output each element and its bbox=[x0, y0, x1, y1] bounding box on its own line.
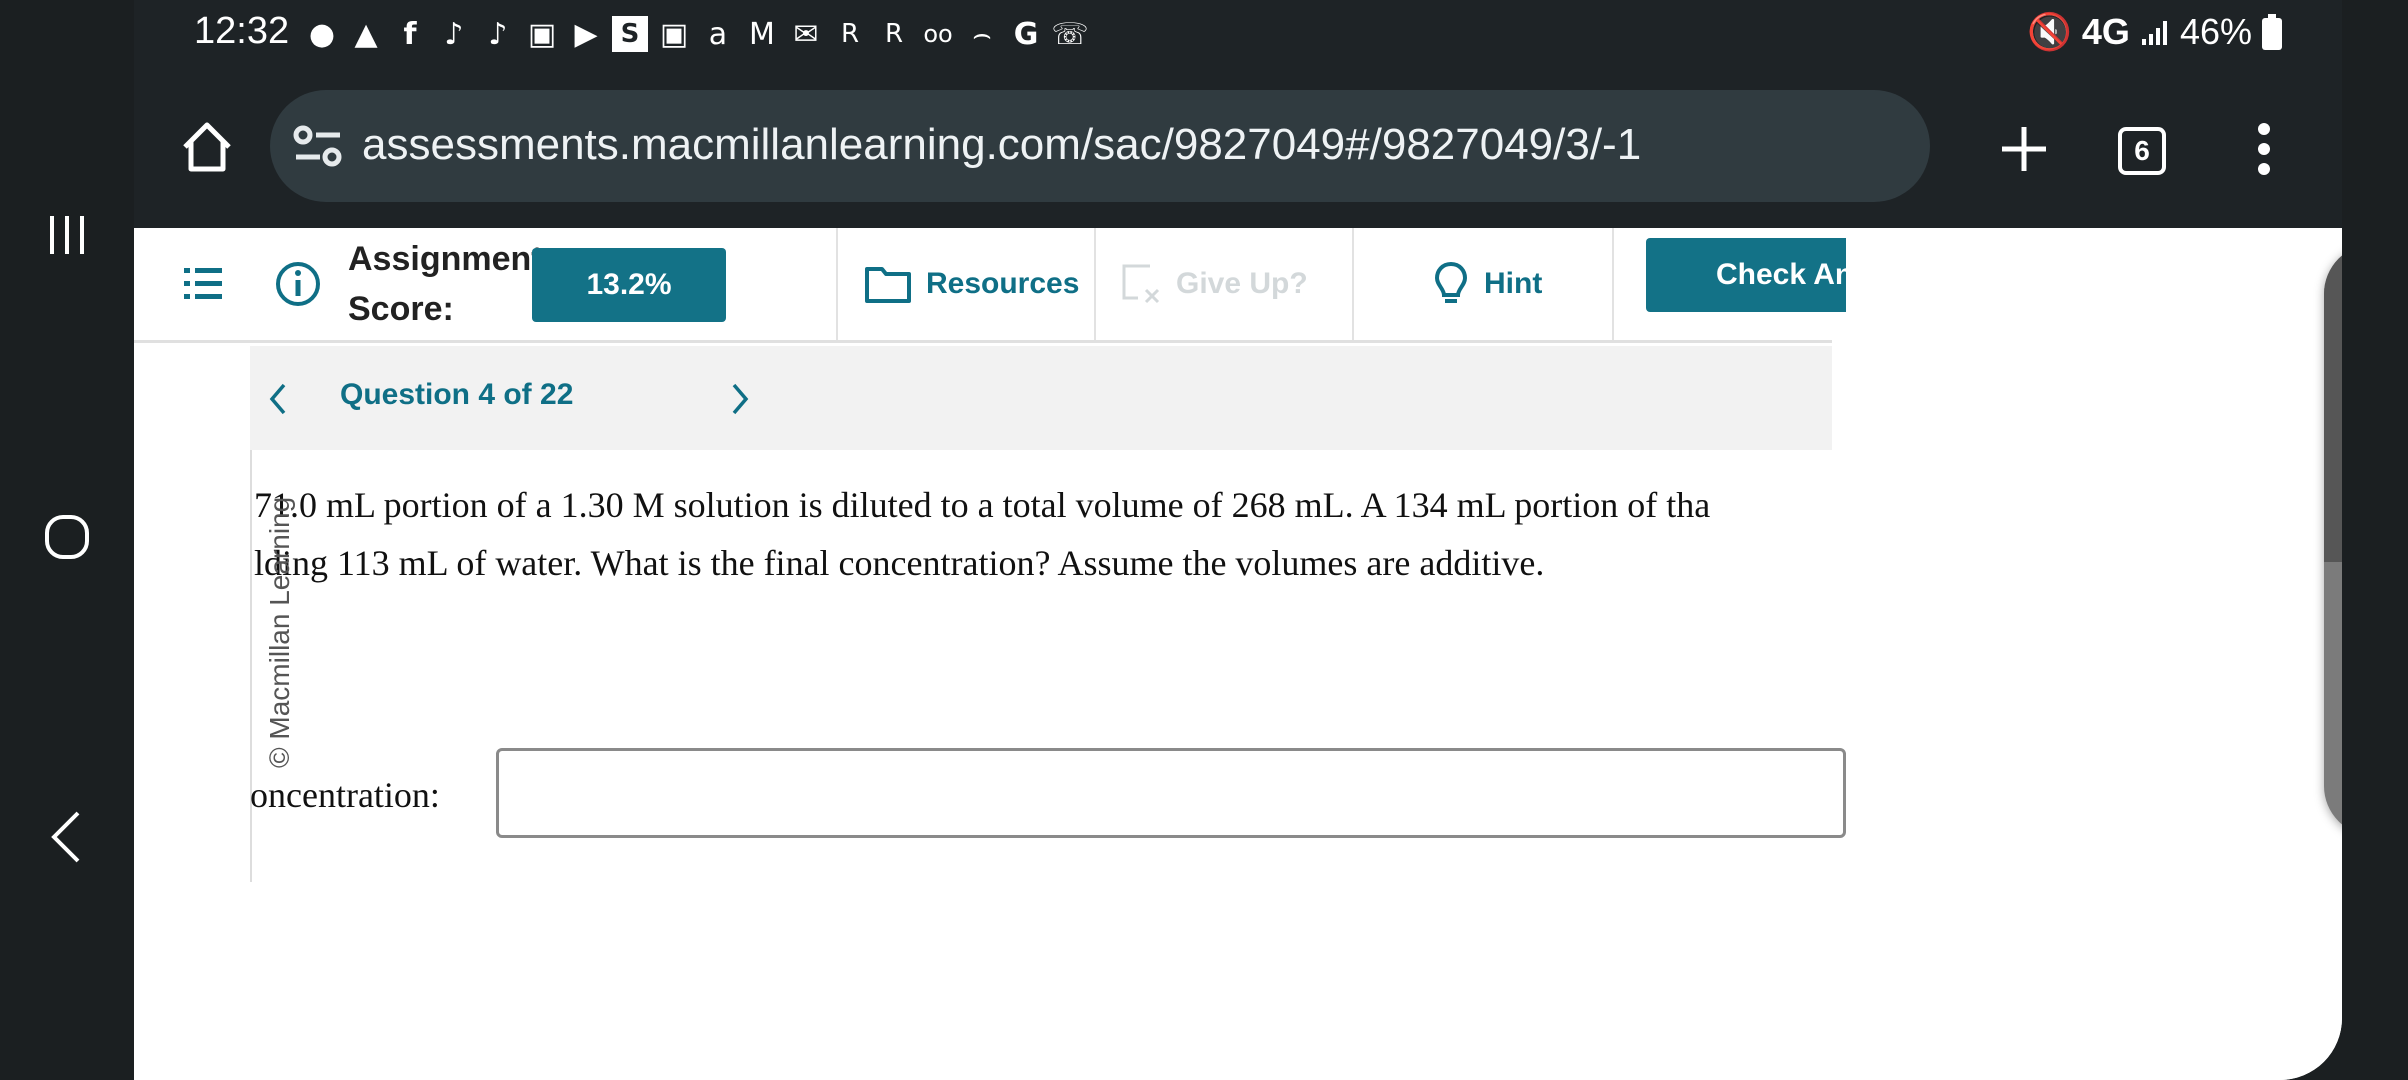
facebook-icon: f bbox=[403, 16, 417, 52]
back-button[interactable] bbox=[20, 790, 114, 884]
mute-icon: 🔇 bbox=[2027, 12, 2072, 53]
list-menu-icon bbox=[184, 268, 222, 299]
browser-chrome: 12:32 ● ▲ f ♪ ♪ ▣ ▶ S ▣ a M ✉ R R oo ⌢ G… bbox=[134, 0, 2342, 228]
question-text: 71.0 mL portion of a 1.30 M solution is … bbox=[254, 476, 1832, 592]
notification-icons: ● ▲ f ♪ ♪ ▣ ▶ S ▣ a M ✉ R R oo ⌢ G ☏ bbox=[304, 12, 1089, 56]
score-badge: 13.2% bbox=[532, 248, 726, 322]
question-navigator: Question 4 of 22 bbox=[250, 346, 1832, 450]
question-counter[interactable]: Question 4 of 22 bbox=[340, 378, 573, 412]
tiktok-icon: ♪ bbox=[444, 16, 464, 52]
assignment-label-line1: Assignment bbox=[348, 240, 543, 278]
menu-button[interactable] bbox=[184, 228, 234, 340]
give-up-icon bbox=[1122, 264, 1160, 304]
browser-menu-button[interactable] bbox=[2236, 114, 2292, 184]
url-text: assessments.macmillanlearning.com/sac/98… bbox=[362, 120, 1642, 169]
chat-icon: ● bbox=[308, 16, 336, 52]
info-button[interactable] bbox=[274, 228, 324, 340]
hint-label: Hint bbox=[1484, 267, 1543, 300]
check-answer-button[interactable]: Check An bbox=[1646, 238, 1846, 312]
tiktok-icon: ♪ bbox=[488, 16, 508, 52]
instagram-icon: ▣ bbox=[527, 16, 557, 52]
new-tab-button[interactable] bbox=[1984, 114, 2064, 184]
airbnb-icon: a bbox=[708, 16, 728, 52]
info-icon bbox=[276, 262, 320, 306]
home-icon bbox=[183, 122, 231, 172]
status-right: 🔇 4G 46% bbox=[2027, 10, 2282, 54]
toolbar-divider bbox=[1612, 228, 1614, 340]
snapchat-icon: ▲ bbox=[354, 16, 378, 52]
browser-home-button[interactable] bbox=[174, 112, 240, 182]
next-question-button[interactable] bbox=[730, 382, 750, 421]
system-nav-bar bbox=[0, 0, 134, 1080]
battery-icon bbox=[2262, 14, 2282, 50]
toolbar-divider bbox=[1352, 228, 1354, 340]
tab-switcher-button[interactable]: 6 bbox=[2102, 116, 2182, 186]
address-bar[interactable]: assessments.macmillanlearning.com/sac/98… bbox=[270, 90, 1930, 202]
side-panel-top bbox=[2324, 244, 2342, 562]
resources-label: Resources bbox=[926, 267, 1080, 300]
r-app-icon: R bbox=[884, 19, 904, 49]
site-settings-icon[interactable] bbox=[292, 124, 344, 168]
answer-label: oncentration: bbox=[250, 775, 440, 815]
question-line-2: lding 113 mL of water. What is the final… bbox=[254, 543, 1545, 583]
assignment-label-line2: Score: bbox=[348, 290, 454, 328]
chevron-right-icon bbox=[732, 383, 749, 415]
give-up-label: Give Up? bbox=[1176, 267, 1308, 300]
network-type: 4G bbox=[2081, 11, 2130, 52]
recent-apps-button[interactable] bbox=[20, 188, 114, 282]
content-border bbox=[250, 450, 252, 882]
youtube-icon: ▶ bbox=[574, 16, 598, 52]
phone-screen: 12:32 ● ▲ f ♪ ♪ ▣ ▶ S ▣ a M ✉ R R oo ⌢ G… bbox=[134, 0, 2342, 1080]
outlook-icon: ✉ bbox=[793, 16, 819, 52]
give-up-button[interactable]: Give Up? bbox=[1120, 228, 1340, 340]
web-page: Assignment Score: 13.2% Resources Give U… bbox=[134, 228, 2342, 1080]
resources-button[interactable]: Resources bbox=[864, 228, 1104, 340]
tab-count: 6 bbox=[2118, 127, 2166, 175]
r-app-icon: R bbox=[840, 19, 860, 49]
home-circle-icon bbox=[45, 515, 89, 559]
chevron-left-icon bbox=[269, 383, 286, 415]
amazon-icon: ⌢ bbox=[972, 16, 992, 52]
signal-icon bbox=[2141, 21, 2167, 45]
status-time: 12:32 bbox=[194, 10, 290, 52]
lightbulb-icon bbox=[1434, 261, 1468, 303]
back-chevron-icon bbox=[51, 811, 80, 863]
more-vert-icon bbox=[2258, 123, 2270, 175]
floating-side-panel[interactable] bbox=[2324, 244, 2342, 836]
plus-icon bbox=[2002, 127, 2046, 171]
toolbar-divider bbox=[836, 228, 838, 340]
copyright-text: © Macmillan Learning bbox=[264, 496, 295, 768]
battery-percent: 46% bbox=[2179, 11, 2252, 52]
phone-icon: ☏ bbox=[1051, 16, 1089, 52]
concentration-input[interactable] bbox=[496, 748, 1846, 838]
question-line-1: 71.0 mL portion of a 1.30 M solution is … bbox=[254, 485, 1711, 525]
status-bar: 12:32 ● ▲ f ♪ ♪ ▣ ▶ S ▣ a M ✉ R R oo ⌢ G… bbox=[134, 0, 2342, 64]
google-icon: G bbox=[1013, 16, 1039, 52]
assignment-score-label: Assignment Score: bbox=[348, 228, 543, 340]
voicemail-icon: oo bbox=[923, 20, 953, 48]
recent-apps-icon bbox=[50, 216, 84, 254]
s-app-icon: S bbox=[612, 16, 648, 52]
hint-button[interactable]: Hint bbox=[1434, 228, 1594, 340]
home-button[interactable] bbox=[20, 490, 114, 584]
toolbar-divider bbox=[1094, 228, 1096, 340]
gmail-icon: M bbox=[749, 16, 775, 52]
folder-icon bbox=[865, 267, 911, 303]
instagram-icon: ▣ bbox=[659, 16, 689, 52]
prev-question-button[interactable] bbox=[268, 382, 288, 421]
assignment-toolbar: Assignment Score: 13.2% Resources Give U… bbox=[134, 228, 1846, 343]
